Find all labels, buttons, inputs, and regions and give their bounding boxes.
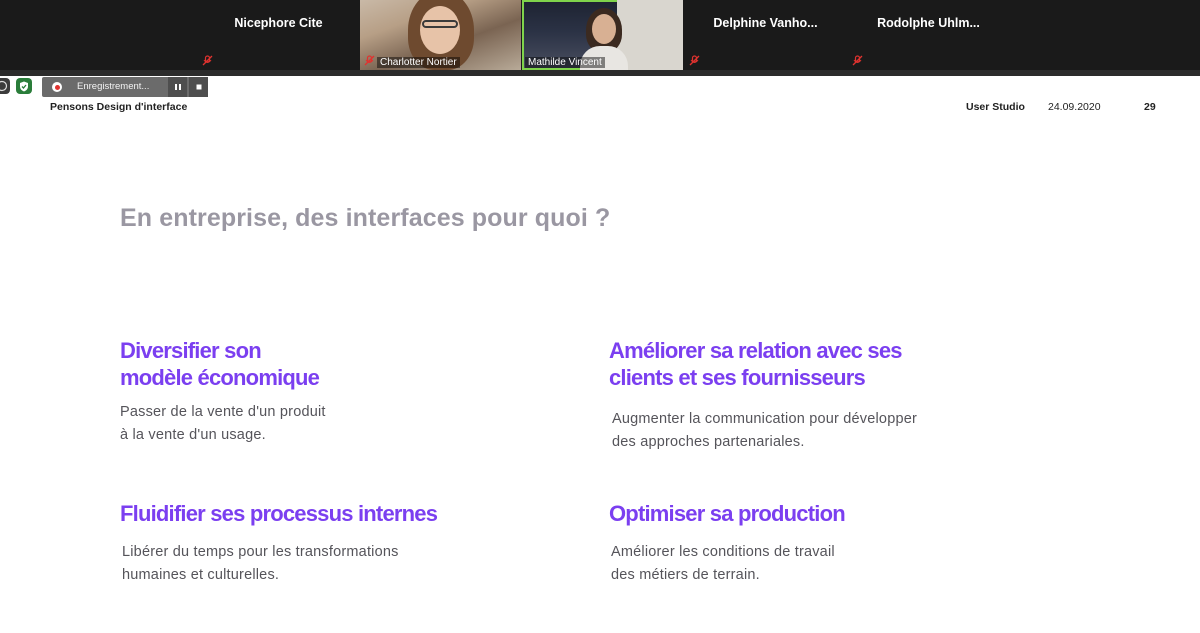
block-description-line-2: des métiers de terrain.: [611, 567, 760, 583]
record-dot-icon: [52, 82, 62, 92]
video-face: [420, 6, 460, 54]
stop-recording-button[interactable]: [189, 77, 208, 97]
slide-block-diversifier: Diversifier son modèle économique Passer…: [120, 337, 326, 447]
glasses-icon: [422, 20, 458, 28]
muted-mic-icon: [689, 55, 700, 66]
recording-indicator: Enregistrement...: [42, 77, 208, 97]
block-description: Libérer du temps pour les transformation…: [120, 541, 437, 587]
block-description: Améliorer les conditions de travail des …: [609, 541, 845, 587]
block-description-line-1: Libérer du temps pour les transformation…: [122, 544, 399, 560]
stop-icon: [196, 84, 201, 90]
block-description-line-1: Passer de la vente d'un produit: [120, 404, 326, 420]
video-face: [592, 14, 616, 44]
participant-tile-mathilde[interactable]: Mathilde Vincent: [522, 0, 683, 70]
block-description-line-2: humaines et culturelles.: [122, 567, 280, 583]
encryption-shield-icon[interactable]: [16, 78, 32, 94]
slide-header-title: Pensons Design d'interface: [50, 101, 188, 113]
block-description-line-2: à la vente d'un usage.: [120, 427, 266, 443]
block-heading-line-1: Améliorer sa relation avec ses: [609, 338, 903, 363]
slide-page-number: 29: [1144, 101, 1156, 113]
block-description: Augmenter la communication pour développ…: [609, 408, 917, 454]
block-heading: Améliorer sa relation avec ses clients e…: [609, 337, 917, 391]
block-description-line-1: Augmenter la communication pour développ…: [612, 411, 918, 427]
block-heading: Optimiser sa production: [609, 501, 846, 526]
slide-block-ameliorer: Améliorer sa relation avec ses clients e…: [609, 337, 917, 454]
slide-title: En entreprise, des interfaces pour quoi …: [120, 204, 611, 232]
recording-label: Enregistrement...: [77, 81, 150, 92]
block-description-line-2: des approches partenariales.: [612, 434, 805, 450]
pause-icon: [174, 84, 181, 90]
block-description: Passer de la vente d'un produit à la ven…: [120, 401, 326, 447]
slide-block-fluidifier: Fluidifier ses processus internes Libére…: [120, 500, 438, 587]
participant-tile-rodolphe[interactable]: Rodolphe Uhlm...: [848, 0, 1009, 70]
block-heading-line-2: clients et ses fournisseurs: [609, 365, 866, 390]
block-heading-line-1: Diversifier son: [120, 338, 262, 363]
slide-header-studio: User Studio: [966, 101, 1025, 113]
block-heading: Diversifier son modèle économique: [120, 337, 326, 391]
block-heading-line-2: modèle économique: [120, 365, 320, 390]
pause-recording-button[interactable]: [168, 77, 187, 97]
info-icon[interactable]: [0, 78, 10, 94]
block-description-line-1: Améliorer les conditions de travail: [611, 544, 835, 560]
participant-tile-charlotter[interactable]: Charlotter Nortier: [360, 0, 521, 70]
muted-mic-icon: [364, 55, 375, 66]
muted-mic-icon: [202, 55, 213, 66]
participant-tile-delphine[interactable]: Delphine Vanho...: [685, 0, 846, 70]
participant-name: Nicephore Cite: [234, 16, 323, 30]
muted-mic-icon: [852, 55, 863, 66]
participant-name: Mathilde Vincent: [525, 57, 605, 68]
participant-tile-nicephore[interactable]: Nicephore Cite: [198, 0, 359, 70]
slide-header-date: 24.09.2020: [1048, 101, 1101, 113]
strip-divider: [0, 70, 1200, 76]
participant-name: Rodolphe Uhlm...: [877, 16, 980, 30]
participant-name: Delphine Vanho...: [713, 16, 818, 30]
slide-block-optimiser: Optimiser sa production Améliorer les co…: [609, 500, 846, 587]
block-heading: Fluidifier ses processus internes: [120, 501, 438, 526]
participant-name: Charlotter Nortier: [377, 57, 460, 68]
